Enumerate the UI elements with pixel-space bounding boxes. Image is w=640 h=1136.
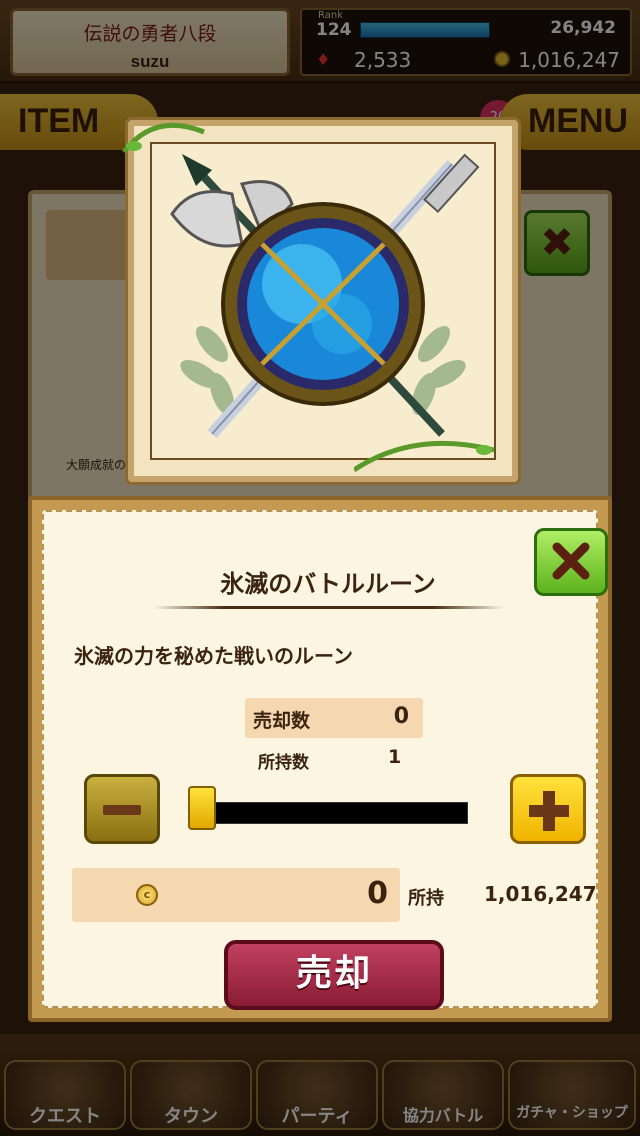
owned-count-label: 所持数 — [258, 753, 309, 773]
sell-dialog: 氷滅のバトルルーン 氷滅の力を秘めた戦いのルーン 売却数 0 所持数 1 c 0… — [28, 496, 612, 1022]
item-artwork-card — [122, 120, 518, 482]
close-button[interactable] — [534, 528, 608, 596]
battle-rune-illustration — [170, 153, 480, 438]
item-description: 氷滅の力を秘めた戦いのルーン — [74, 644, 353, 668]
item-name: 氷滅のバトルルーン — [220, 569, 436, 598]
quantity-slider-track[interactable] — [194, 802, 468, 824]
close-x-icon — [552, 542, 590, 580]
decrease-button[interactable] — [84, 774, 160, 844]
sell-dialog-body: 氷滅のバトルルーン 氷滅の力を秘めた戦いのルーン 売却数 0 所持数 1 c 0… — [42, 510, 608, 1010]
held-coins-label: 所持 — [408, 888, 444, 909]
sell-button[interactable]: 売却 — [224, 940, 444, 1010]
sell-count-box: 売却数 0 — [245, 698, 423, 738]
owned-count-value: 1 — [388, 746, 402, 768]
item-artwork-frame — [150, 142, 496, 460]
increase-button[interactable] — [510, 774, 586, 844]
sell-price-value: 0 — [367, 876, 388, 911]
coin-icon: c — [136, 884, 158, 906]
plus-icon-vertical — [543, 791, 555, 831]
title-divider — [154, 606, 504, 609]
vine-decoration-bottom-icon — [354, 440, 495, 473]
sell-price-box: c 0 — [72, 868, 400, 922]
quantity-slider-thumb[interactable] — [188, 786, 216, 830]
vine-decoration-icon — [122, 122, 205, 154]
minus-icon — [103, 805, 141, 815]
held-coins-value: 1,016,247 — [484, 882, 597, 906]
sell-count-value: 0 — [393, 704, 409, 729]
sell-count-label: 売却数 — [253, 710, 311, 732]
